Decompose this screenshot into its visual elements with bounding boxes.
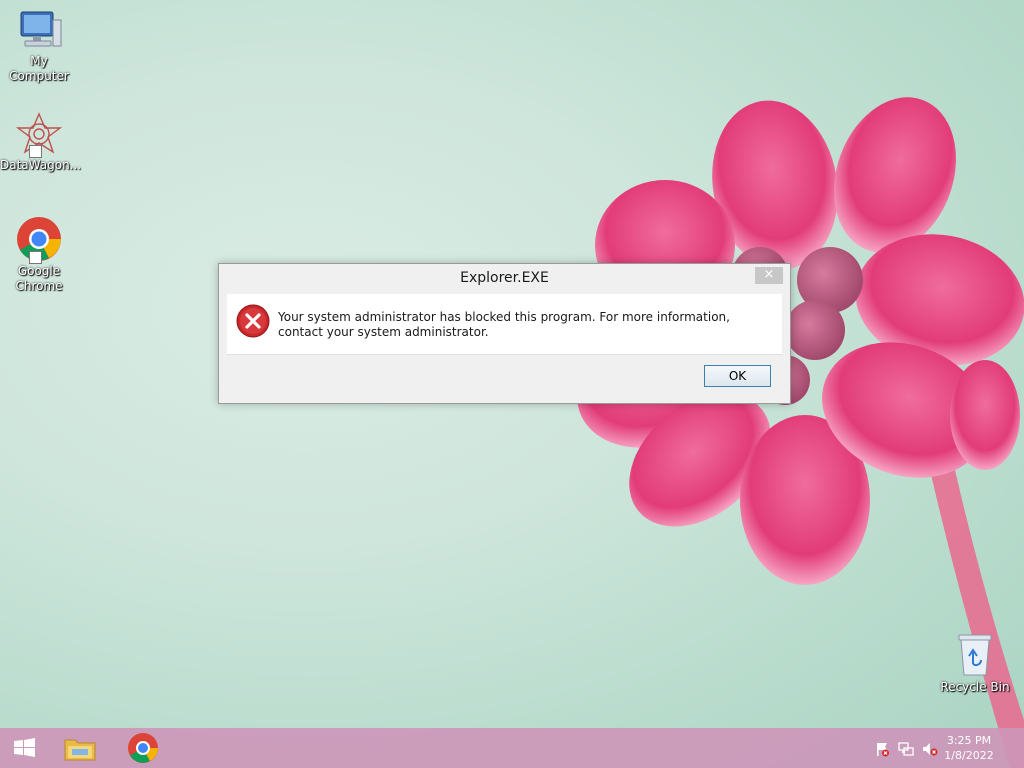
file-explorer-icon: [64, 739, 96, 761]
desktop-icon-label: My Computer: [9, 54, 69, 83]
desktop-icon-google-chrome[interactable]: Google Chrome: [0, 216, 78, 294]
dialog-title: Explorer.EXE: [460, 270, 549, 286]
close-button[interactable]: ×: [755, 267, 783, 284]
action-center-flag-icon[interactable]: [874, 741, 890, 757]
recycle-bin-icon: [958, 634, 992, 676]
desktop: My Computer DataWagon... Google Chrome R…: [0, 0, 1024, 768]
ok-button[interactable]: OK: [704, 365, 771, 387]
computer-icon: [20, 11, 62, 47]
shortcut-arrow-icon: [29, 145, 42, 158]
dialog-body: Your system administrator has blocked th…: [227, 294, 782, 354]
desktop-icon-label: Recycle Bin: [940, 680, 1010, 694]
desktop-icon-my-computer[interactable]: My Computer: [0, 10, 78, 84]
desktop-icon-datawagon[interactable]: DataWagon...: [0, 112, 82, 173]
windows-start-icon: [14, 738, 35, 757]
taskbar-chrome[interactable]: [123, 732, 163, 764]
chrome-icon: [128, 733, 158, 763]
desktop-icon-label: DataWagon...: [0, 158, 82, 172]
clock-date: 1/8/2022: [944, 749, 994, 762]
clock-time: 3:25 PM: [946, 734, 992, 747]
network-icon[interactable]: [898, 741, 914, 757]
dialog-footer: OK: [227, 354, 782, 395]
error-dialog: Explorer.EXE × Your system administrator…: [218, 263, 791, 404]
dialog-titlebar[interactable]: Explorer.EXE ×: [219, 264, 790, 294]
start-button[interactable]: [4, 732, 44, 764]
desktop-icon-label: Google Chrome: [15, 264, 63, 293]
error-icon: [236, 304, 270, 338]
taskbar-file-explorer[interactable]: [60, 732, 100, 764]
desktop-icon-recycle-bin[interactable]: Recycle Bin: [936, 632, 1014, 695]
clock[interactable]: 3:25 PM 1/8/2022: [934, 733, 1004, 763]
shortcut-arrow-icon: [29, 251, 42, 264]
dialog-message: Your system administrator has blocked th…: [278, 310, 730, 339]
taskbar: 3:25 PM 1/8/2022: [0, 728, 1024, 768]
